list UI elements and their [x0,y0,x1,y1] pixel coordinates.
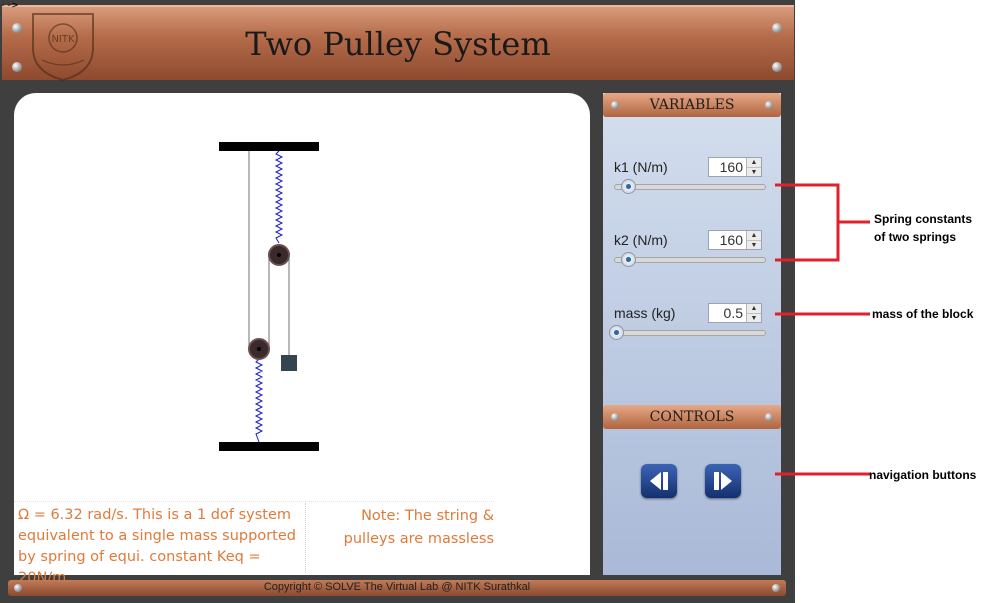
svg-text:NITK: NITK [51,34,75,45]
step-forward-icon [714,472,732,490]
k2-value[interactable]: 160 [711,232,743,248]
mass-block [281,355,297,371]
text-area-border [14,501,494,502]
footer-bar: Copyright © SOLVE The Virtual Lab @ NITK… [8,580,786,596]
side-panel: VARIABLES k1 (N/m) 160 ▲ ▼ k2 (N/m) 160 … [603,93,781,575]
controls-header: CONTROLS [603,405,781,429]
previous-button[interactable] [641,464,677,498]
rivet [765,101,773,109]
annotation-navigation: navigation buttons [869,468,977,482]
k2-spin-buttons: ▲ ▼ [746,231,761,249]
pulley-diagram [219,142,319,451]
mass-slider-handle[interactable] [609,325,624,340]
spring-k2 [254,358,264,443]
rivet [611,413,619,421]
variables-title: VARIABLES [649,97,735,113]
rivet [12,23,22,33]
k2-stepper[interactable]: 160 ▲ ▼ [708,230,762,250]
text-area-divider [305,503,306,573]
copyright-text: Copyright © SOLVE The Virtual Lab @ NITK… [263,581,531,593]
k1-spin-buttons: ▲ ▼ [746,158,761,176]
next-button[interactable] [705,464,741,498]
nitk-logo-icon: NITK [32,13,94,82]
k1-slider-handle[interactable] [621,179,636,194]
upper-pulley-axle [277,253,281,257]
k1-slider[interactable] [614,179,766,194]
mass-value[interactable]: 0.5 [711,305,743,321]
annotation-mass-block: mass of the block [872,307,974,321]
spring-k1 [274,150,284,244]
annotation-lines [775,183,870,476]
k2-slider[interactable] [614,252,766,267]
mass-spin-buttons: ▲ ▼ [746,304,761,322]
k2-slider-handle[interactable] [621,252,636,267]
k2-decrement-icon[interactable]: ▼ [747,240,761,249]
massless-note: Note: The string & pulleys are massless [343,508,494,547]
k2-increment-icon[interactable]: ▲ [747,231,761,240]
bottom-support [219,442,319,451]
step-back-icon [650,472,668,490]
rivet [12,62,22,72]
header-bar: NITK Two Pulley System [2,5,794,82]
mass-stepper[interactable]: 0.5 ▲ ▼ [708,303,762,323]
annotation-spring-constants: Spring constants of two springs [874,212,973,244]
lab-window: NITK Two Pulley System Ω = 6.32 rad/s. T… [0,0,795,603]
rivet [772,584,780,592]
k1-stepper[interactable]: 160 ▲ ▼ [708,157,762,177]
k1-value[interactable]: 160 [711,159,743,175]
rivet [772,62,782,72]
mass-label: mass (kg) [614,305,676,321]
simulation-canvas: Ω = 6.32 rad/s. This is a 1 dof system e… [14,93,590,586]
variables-header: VARIABLES [603,93,781,117]
frequency-result-text: Ω = 6.32 rad/s. This is a 1 dof system e… [18,507,296,586]
mass-decrement-icon[interactable]: ▼ [747,313,761,322]
mass-increment-icon[interactable]: ▲ [747,304,761,313]
k1-label: k1 (N/m) [614,159,668,175]
rivet [772,23,782,33]
top-support [219,142,319,151]
controls-title: CONTROLS [649,409,735,425]
rivet [611,101,619,109]
corner-mark: --> [0,0,19,11]
k1-increment-icon[interactable]: ▲ [747,158,761,167]
k2-label: k2 (N/m) [614,232,668,248]
k1-decrement-icon[interactable]: ▼ [747,167,761,176]
lower-pulley-axle [257,347,261,351]
mass-slider[interactable] [609,325,766,340]
page-title: Two Pulley System [245,25,551,63]
